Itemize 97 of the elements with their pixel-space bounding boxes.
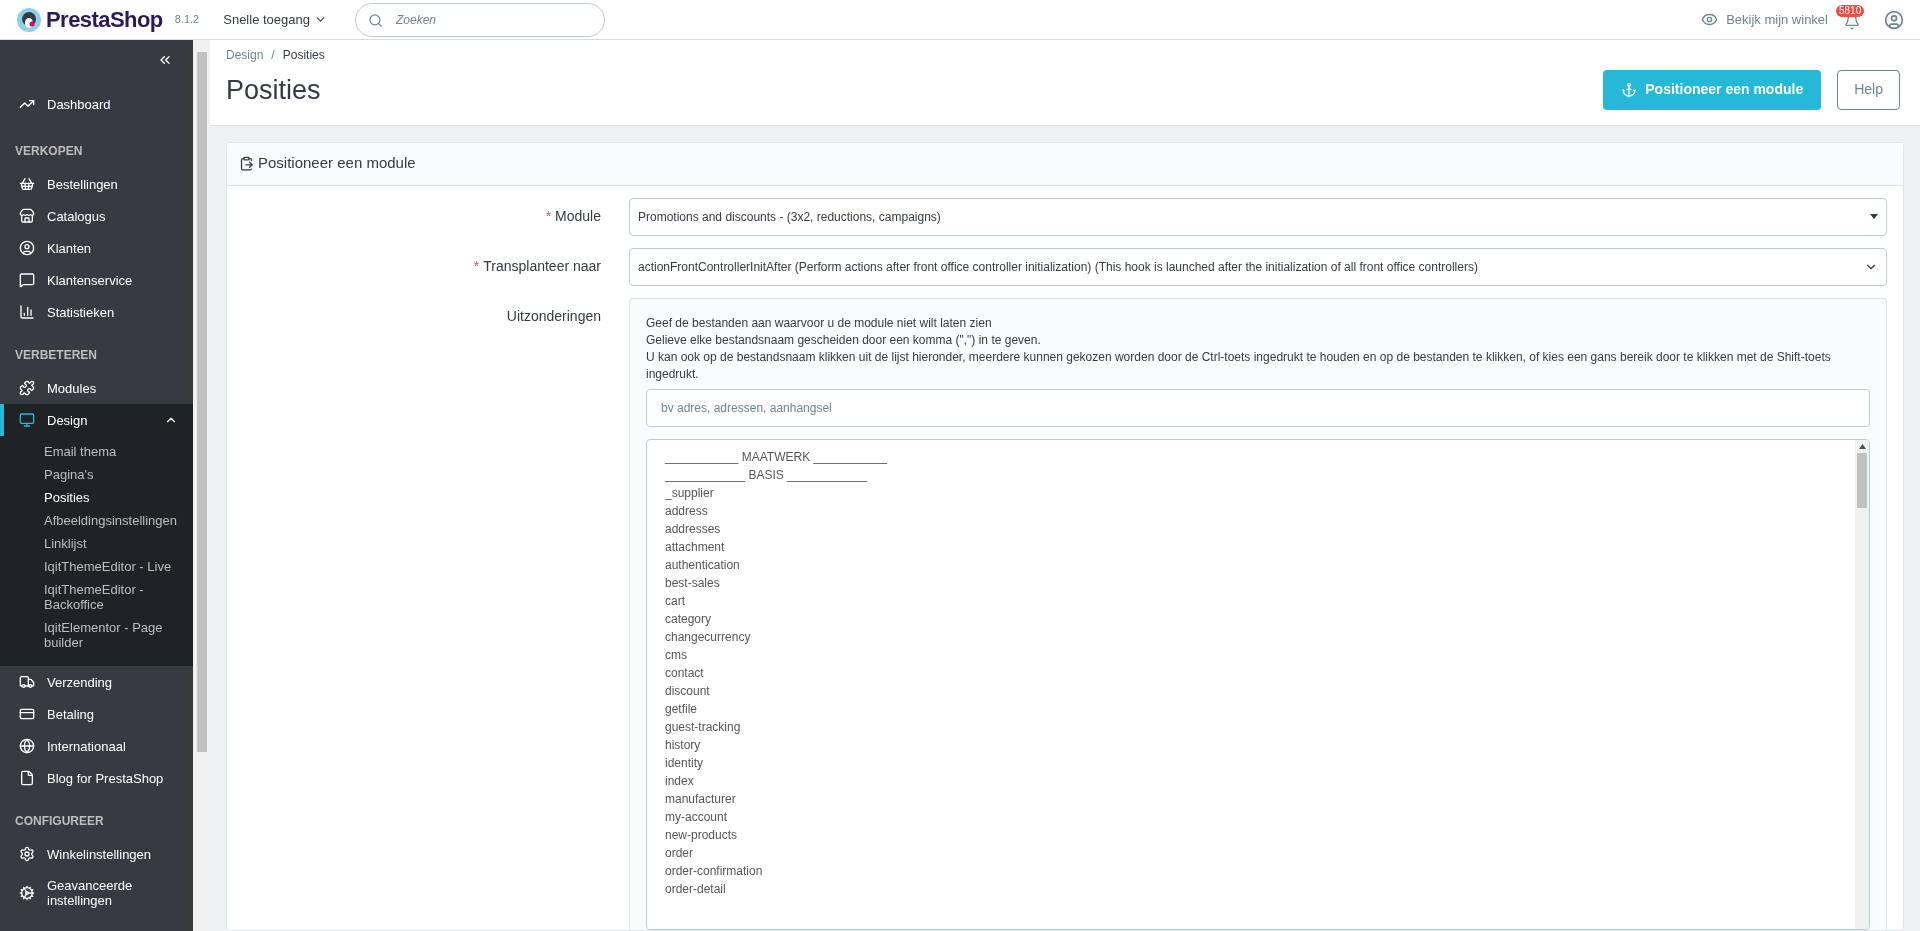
credit-card-icon: [19, 706, 35, 722]
submenu-item[interactable]: Afbeeldingsinstellingen: [0, 509, 193, 532]
sidebar-item[interactable]: Catalogus: [0, 200, 193, 232]
file-option[interactable]: getfile: [665, 699, 1855, 718]
file-option[interactable]: ____________ BASIS ____________: [665, 465, 1855, 484]
field-label: Uitzonderingen: [505, 306, 602, 326]
sidebar-item[interactable]: Verzending: [0, 666, 193, 698]
hook-select[interactable]: actionFrontControllerInitAfter (Perform actions after front office controller initialization) (This hook is launched after the initialization of all front office controllers): [629, 247, 1887, 286]
file-option[interactable]: _supplier: [665, 483, 1855, 502]
basket-icon: [19, 176, 35, 192]
scrollbar-thumb[interactable]: [196, 52, 207, 752]
file-option[interactable]: history: [665, 735, 1855, 754]
module-select[interactable]: Promotions and discounts - (3x2, reductions, campaigns): [629, 197, 1887, 236]
truck-icon: [19, 674, 35, 690]
file-option[interactable]: changecurrency: [665, 627, 1855, 646]
file-option[interactable]: index: [665, 771, 1855, 790]
sidebar-section-title: VERBETEREN: [14, 347, 98, 364]
chat-icon: [19, 272, 35, 288]
file-option[interactable]: category: [665, 609, 1855, 628]
file-option[interactable]: cart: [665, 591, 1855, 610]
submenu-item[interactable]: IqitThemeEditor - Live: [0, 555, 193, 578]
sidebar-item[interactable]: Winkelinstellingen: [0, 838, 193, 870]
sidebar-section-title: VERKOPEN: [14, 143, 84, 160]
puzzle-icon: [19, 380, 35, 396]
file-option[interactable]: contact: [665, 663, 1855, 682]
breadcrumb-separator: /: [271, 47, 275, 64]
file-option[interactable]: attachment: [665, 537, 1855, 556]
account-icon[interactable]: [1884, 9, 1904, 30]
panel-title: Positioneer een module: [258, 153, 416, 174]
file-option[interactable]: cms: [665, 645, 1855, 664]
search-field[interactable]: Zoeken: [355, 2, 605, 37]
field-label: Transplanteer naar: [483, 258, 601, 274]
file-option[interactable]: address: [665, 501, 1855, 520]
file-option[interactable]: my-account: [665, 807, 1855, 826]
help-text: Geef de bestanden aan waarvoor u de module niet wilt laten zien: [646, 314, 993, 332]
view-shop-link[interactable]: Bekijk mijn winkel: [1701, 9, 1828, 30]
field-label: Module: [555, 208, 601, 224]
eye-icon: [1701, 11, 1719, 28]
sidebar-item[interactable]: Blog for PrestaShop: [0, 762, 193, 794]
submenu-item[interactable]: Linklijst: [0, 532, 193, 555]
file-option[interactable]: new-products: [665, 825, 1855, 844]
file-option[interactable]: addresses: [665, 519, 1855, 538]
file-option[interactable]: authentication: [665, 555, 1855, 574]
exceptions-input[interactable]: bv adres, adressen, aanhangsel: [646, 388, 1870, 427]
help-text: Gelieve elke bestandsnaam gescheiden door een komma (",") in te geven.: [646, 331, 1042, 349]
submenu-item[interactable]: IqitThemeEditor - Backoffice: [0, 578, 193, 616]
breadcrumb-item: Posities: [282, 47, 325, 64]
scrollbar-thumb[interactable]: [1857, 452, 1867, 508]
sidebar-item[interactable]: Geavanceerde instellingen: [0, 870, 193, 916]
sidebar-item[interactable]: Klantenservice: [0, 264, 193, 296]
version: 8.1.2: [174, 12, 200, 28]
file-option[interactable]: identity: [665, 753, 1855, 772]
page-title: Posities: [226, 74, 322, 107]
sidebar-item[interactable]: Betaling: [0, 698, 193, 730]
list-scrollbar[interactable]: [1855, 439, 1869, 929]
breadcrumb-item[interactable]: Design: [226, 46, 264, 64]
file-icon: [19, 770, 35, 786]
scroll-up-icon[interactable]: [1858, 443, 1866, 449]
user-circle-icon: [19, 240, 35, 256]
help-text: U kan ook op de bestandsnaam klikken uit de lijst hieronder, meerdere kunnen gekozen worden door de Ctrl-toets ingedrukt te houden en op de bestanden te klikken, of kies een gans bereik door te klikken met de Shift-toets ingedrukt.: [646, 348, 1832, 383]
sidebar-item[interactable]: Bestellingen: [0, 168, 193, 200]
sidebar-item[interactable]: Dashboard: [0, 88, 193, 120]
settings-icon: [19, 846, 35, 862]
sidebar-scrollbar[interactable]: [193, 40, 210, 931]
search-icon: [368, 12, 383, 28]
sidebar-section-title: CONFIGUREER: [14, 813, 105, 830]
file-option[interactable]: manufacturer: [665, 789, 1855, 808]
anchor-icon: [1621, 81, 1638, 98]
quick-access-menu[interactable]: Snelle toegang: [223, 9, 327, 30]
globe-icon: [19, 738, 35, 754]
required-mark: *: [473, 258, 480, 274]
submenu-item[interactable]: Posities: [0, 486, 193, 509]
required-mark: *: [545, 208, 552, 224]
cog-icon: [19, 885, 35, 901]
file-option[interactable]: best-sales: [665, 573, 1855, 592]
caret-icon: [1870, 214, 1878, 219]
logo-icon: [16, 6, 42, 33]
sidebar-item[interactable]: Klanten: [0, 232, 193, 264]
logo-text: PrestaShop: [46, 6, 163, 34]
store-icon: [19, 208, 35, 224]
file-option[interactable]: guest-tracking: [665, 717, 1855, 736]
paste-icon: [239, 156, 254, 171]
notification-badge: 5810: [1836, 4, 1865, 17]
file-option[interactable]: ___________ MAATWERK ___________: [665, 447, 1855, 466]
monitor-icon: [19, 412, 35, 428]
submenu-item[interactable]: IqitElementor - Page builder: [0, 616, 193, 654]
sidebar-item[interactable]: Modules: [0, 372, 193, 404]
file-option[interactable]: order-confirmation: [665, 861, 1855, 880]
sidebar-item[interactable]: Internationaal: [0, 730, 193, 762]
file-option[interactable]: discount: [665, 681, 1855, 700]
sidebar-item[interactable]: Statistieken: [0, 296, 193, 328]
file-option[interactable]: order: [665, 843, 1855, 862]
submenu-item[interactable]: Pagina's: [0, 463, 193, 486]
help-button[interactable]: Help: [1837, 69, 1900, 110]
submenu-item[interactable]: Email thema: [0, 440, 193, 463]
file-option[interactable]: order-detail: [665, 879, 1855, 898]
bar-chart-icon: [19, 304, 35, 320]
